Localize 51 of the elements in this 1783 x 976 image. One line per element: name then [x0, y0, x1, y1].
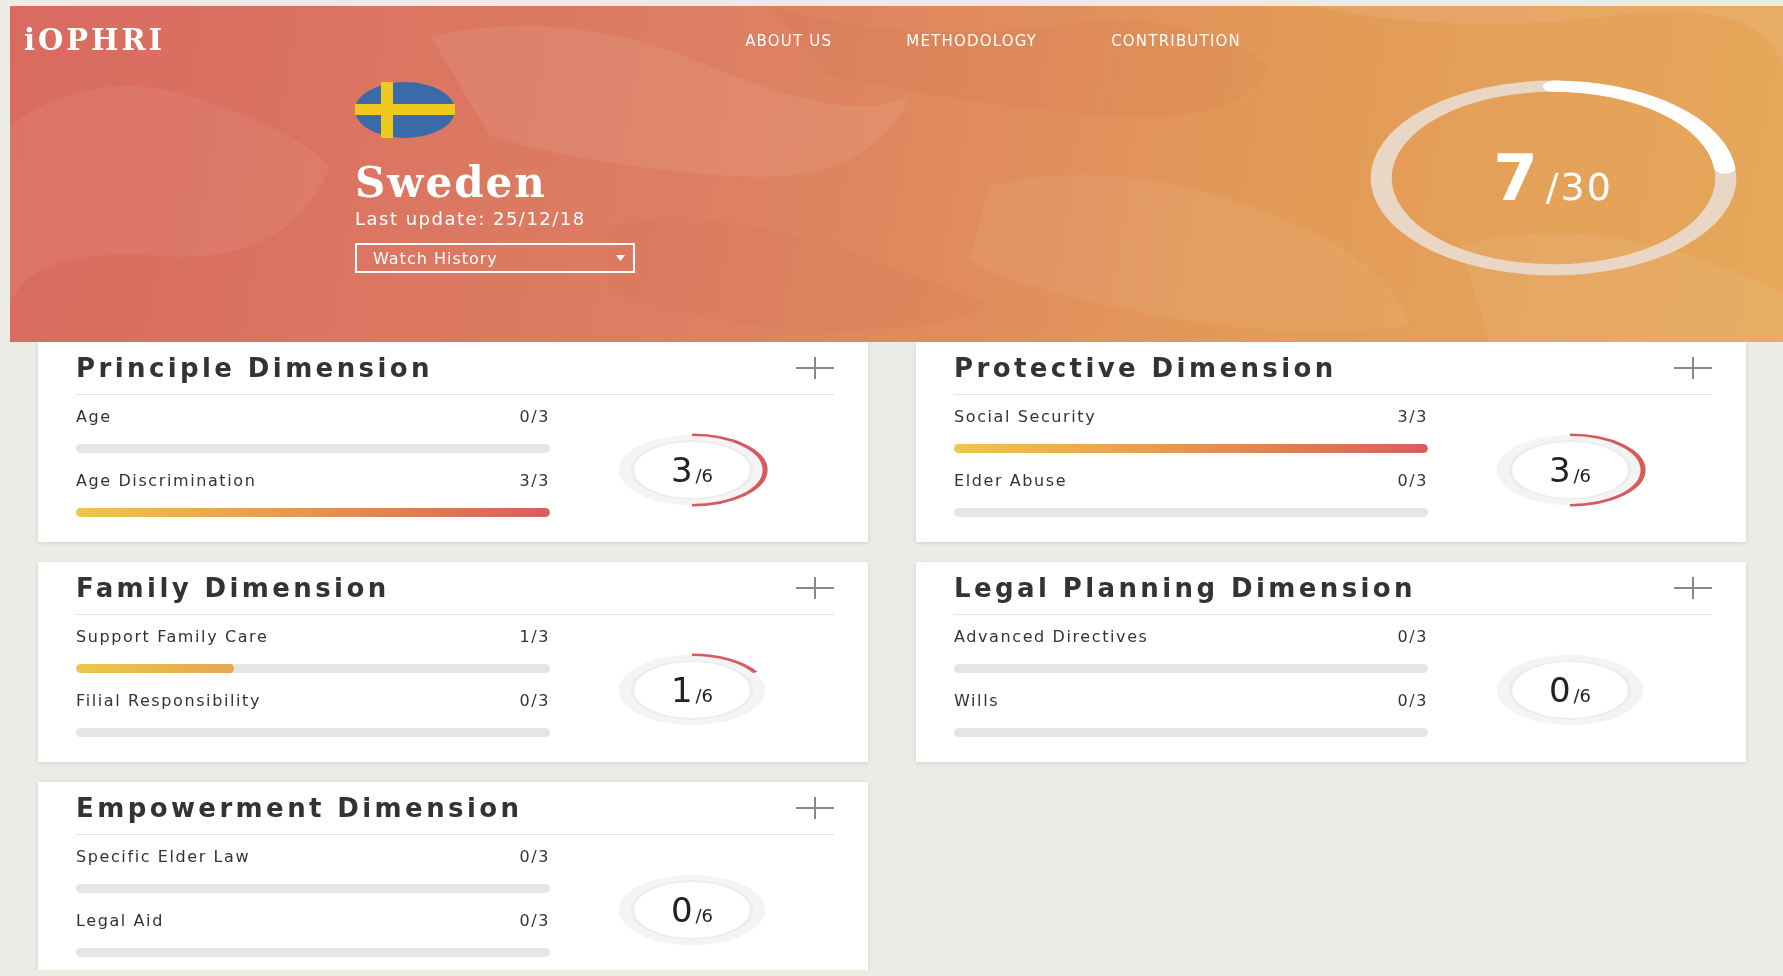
flag-icon [355, 82, 455, 138]
dimension-score: 3 [1548, 450, 1571, 490]
indicator-value: 3/3 [519, 471, 550, 490]
plus-icon[interactable] [796, 797, 834, 819]
history-select[interactable]: Watch History [355, 243, 635, 274]
nav-link[interactable]: CONTRIBUTION [1111, 32, 1241, 50]
dimension-score: 0 [1548, 670, 1571, 710]
indicator-label: Wills [954, 691, 1000, 710]
plus-icon[interactable] [1674, 577, 1712, 599]
indicator-value: 0/3 [519, 407, 550, 426]
card-title: Empowerment Dimension [76, 793, 523, 823]
card-title: Principle Dimension [76, 353, 433, 383]
card-title: Legal Planning Dimension [954, 573, 1417, 603]
indicator-value: 1/3 [519, 627, 550, 646]
overall-score: 7 [1493, 141, 1538, 215]
indicator-value: 3/3 [1397, 407, 1428, 426]
indicator-value: 0/3 [519, 691, 550, 710]
caret-icon [616, 255, 625, 262]
card-title: Family Dimension [76, 573, 390, 603]
indicator-value: 0/3 [519, 911, 550, 930]
indicator-label: Support Family Care [76, 627, 269, 646]
indicator-label: Advanced Directives [954, 627, 1149, 646]
nav-link[interactable]: METHODOLOGY [906, 32, 1038, 50]
dimension-score: 0 [670, 890, 693, 930]
indicator-value: 0/3 [1397, 691, 1428, 710]
country-name: Sweden [355, 160, 547, 207]
score-total: /30 [1545, 165, 1613, 209]
card-title: Protective Dimension [954, 353, 1337, 383]
dimension-score: 1 [670, 670, 693, 710]
indicator-label: Elder Abuse [954, 471, 1068, 490]
indicator-label: Filial Responsibility [76, 691, 261, 710]
plus-icon[interactable] [796, 357, 834, 379]
indicator-label: Age [76, 407, 112, 426]
indicator-value: 0/3 [1397, 471, 1428, 490]
score-total: /6 [695, 685, 714, 706]
indicator-label: Specific Elder Law [76, 847, 251, 866]
indicator-label: Legal Aid [76, 911, 164, 930]
indicator-label: Age Discrimination [76, 471, 257, 490]
score-total: /6 [1573, 465, 1592, 486]
plus-icon[interactable] [796, 577, 834, 599]
brand-logo[interactable]: iOPHRI [24, 23, 166, 57]
score-total: /6 [695, 905, 714, 926]
score-total: /6 [695, 465, 714, 486]
last-update: Last update: 25/12/18 [355, 208, 586, 230]
indicator-label: Social Security [954, 407, 1097, 426]
indicator-value: 0/3 [519, 847, 550, 866]
score-total: /6 [1573, 685, 1592, 706]
nav-link[interactable]: ABOUT US [745, 32, 833, 50]
dimension-score: 3 [670, 450, 693, 490]
indicator-value: 0/3 [1397, 627, 1428, 646]
plus-icon[interactable] [1674, 357, 1712, 379]
